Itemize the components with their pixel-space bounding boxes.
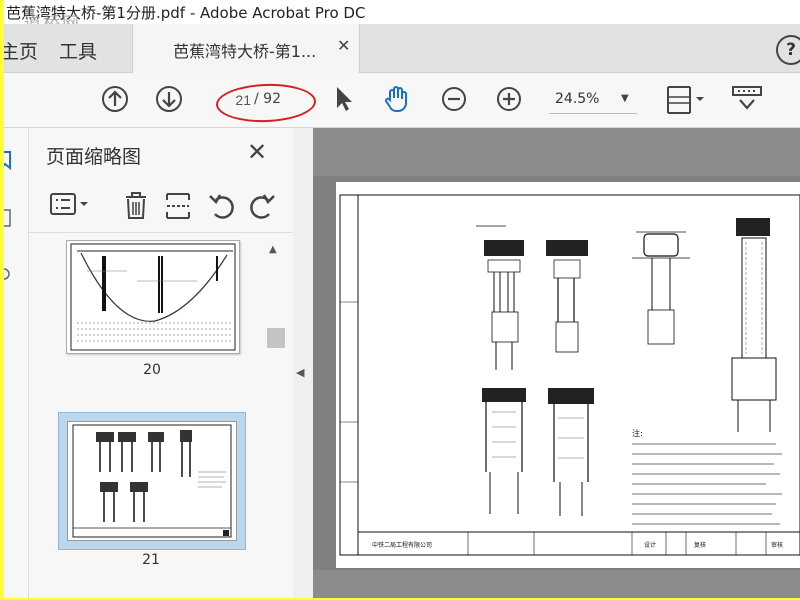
tab-home[interactable]: 主页 [4, 37, 38, 64]
acrobat-window: 芭蕉湾特大桥-第1分册.pdf - Adobe Acrobat Pro DC 道… [4, 0, 800, 598]
next-page-area [313, 570, 800, 598]
zoom-dropdown[interactable]: 24.5% ▼ [549, 87, 637, 114]
sign-review: 复核 [694, 541, 706, 549]
next-page-icon[interactable] [154, 84, 184, 114]
pdf-page-21[interactable]: 注: 中铁二局工程有限公司 设计 复核 审核 [336, 182, 800, 568]
tab-document[interactable]: 芭蕉湾特大桥-第1... ✕ [132, 24, 360, 73]
thumbnail-page-21[interactable] [67, 421, 237, 541]
panel-scrollbar-thumb[interactable] [267, 328, 285, 348]
zoom-value: 24.5% [555, 91, 600, 107]
delete-page-icon[interactable] [121, 190, 151, 222]
collapse-panel-icon[interactable]: ◀ [296, 366, 304, 379]
engineering-drawing: 注: 中铁二局工程有限公司 设计 复核 审核 [339, 194, 800, 556]
chevron-down-icon: ▼ [621, 93, 629, 104]
zoom-out-icon[interactable] [439, 84, 469, 114]
bookmark-icon[interactable] [4, 150, 14, 172]
navigation-strip [4, 128, 29, 598]
layers-icon[interactable] [4, 208, 14, 230]
thumbnail-toolbar [29, 184, 293, 233]
read-mode-icon[interactable] [730, 84, 764, 116]
tab-bar: 主页 工具 芭蕉湾特大桥-第1... ✕ ? [4, 24, 800, 73]
previous-page-icon[interactable] [100, 84, 130, 114]
rotate-left-icon[interactable] [207, 190, 237, 222]
main-toolbar: / 92 24.5% ▼ [4, 73, 800, 128]
title-bar: 芭蕉湾特大桥-第1分册.pdf - Adobe Acrobat Pro DC 道… [4, 0, 800, 34]
thumbnail-page-21-drawing [72, 424, 232, 538]
thumbnail-page-21-label: 21 [142, 552, 160, 568]
previous-page-area [313, 128, 800, 176]
company-name: 中铁二局工程有限公司 [372, 541, 432, 549]
thumbnail-page-20[interactable] [66, 240, 240, 354]
zoom-in-icon[interactable] [494, 84, 524, 114]
thumbnail-options-icon[interactable] [49, 190, 93, 220]
page-display-icon[interactable] [664, 84, 706, 116]
document-viewer[interactable]: 注: 中铁二局工程有限公司 设计 复核 审核 [313, 128, 800, 598]
rotate-right-icon[interactable] [247, 190, 277, 222]
thumbnail-page-20-label: 20 [143, 362, 161, 378]
insert-page-icon[interactable] [163, 190, 193, 222]
close-tab-icon[interactable]: ✕ [337, 36, 350, 55]
close-panel-icon[interactable]: ✕ [247, 138, 267, 166]
sign-design: 设计 [644, 541, 656, 549]
hand-tool-icon[interactable] [382, 84, 412, 114]
notes-heading: 注: [632, 428, 643, 438]
scroll-up-icon[interactable]: ▲ [269, 244, 277, 255]
attachment-icon[interactable] [4, 264, 14, 286]
thumbnail-page-20-drawing [70, 243, 236, 351]
tab-tools[interactable]: 工具 [59, 37, 97, 64]
sign-audit: 审核 [771, 541, 783, 549]
thumbnail-page-21-selected[interactable] [58, 412, 246, 550]
page-thumbnails-panel: 页面缩略图 ✕ ▲ 20 21 [29, 128, 293, 598]
panel-title: 页面缩略图 [46, 146, 142, 168]
select-tool-icon[interactable] [331, 84, 355, 114]
help-icon[interactable]: ? [776, 35, 800, 65]
tab-document-label: 芭蕉湾特大桥-第1... [173, 42, 317, 61]
